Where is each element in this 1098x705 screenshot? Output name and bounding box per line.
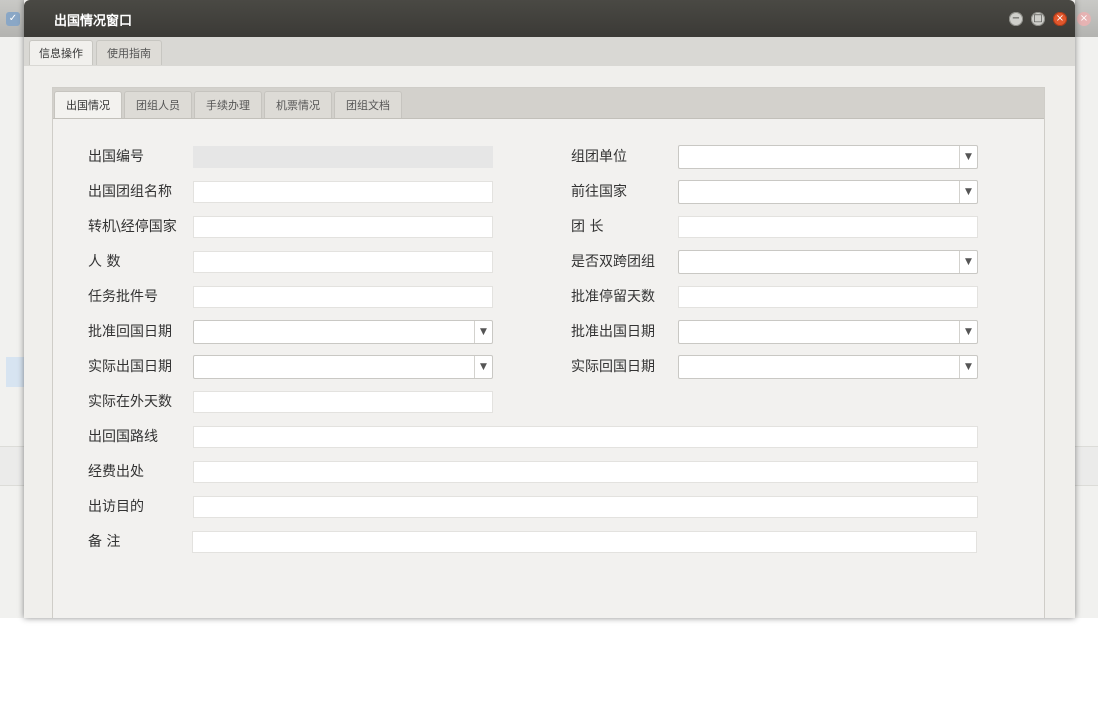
form-panel: 出国情况 团组人员 手续办理 机票情况 团组文档 出国编号 组团单位 ▼ 出国团… [52,87,1045,618]
tab-user-guide[interactable]: 使用指南 [96,40,162,65]
group-name-field[interactable] [193,181,493,203]
background-right-panel [1074,37,1098,618]
label-remarks: 备 注 [88,534,121,550]
label-dual-cross: 是否双跨团组 [571,254,655,270]
app-icon: ✓ [6,12,20,26]
approved-return-date-picker[interactable]: ▼ [193,320,493,344]
funding-source-field[interactable] [193,461,978,483]
dest-country-select[interactable]: ▼ [678,180,978,204]
actual-days-abroad-field[interactable] [193,391,493,413]
content-area: 出国情况 团组人员 手续办理 机票情况 团组文档 出国编号 组团单位 ▼ 出国团… [24,66,1075,618]
label-headcount: 人 数 [88,254,121,270]
close-icon[interactable]: × [1053,12,1067,26]
route-field[interactable] [193,426,978,448]
dual-cross-select[interactable]: ▼ [678,250,978,274]
chevron-down-icon[interactable]: ▼ [959,251,977,273]
exit-no-field[interactable] [193,146,493,168]
chevron-down-icon[interactable]: ▼ [474,321,492,343]
label-approved-exit-date: 批准出国日期 [571,324,655,340]
label-actual-days-abroad: 实际在外天数 [88,394,172,410]
task-approval-field[interactable] [193,286,493,308]
label-funding-source: 经费出处 [88,464,144,480]
approved-exit-date-picker[interactable]: ▼ [678,320,978,344]
label-group-name: 出国团组名称 [88,184,172,200]
label-group-unit: 组团单位 [571,149,627,165]
label-task-approval: 任务批件号 [88,289,158,305]
minimize-icon[interactable]: − [1009,12,1023,26]
tab-air-tickets[interactable]: 机票情况 [264,91,332,118]
transit-country-field[interactable] [193,216,493,238]
label-actual-exit-date: 实际出国日期 [88,359,172,375]
tab-exit-info[interactable]: 出国情况 [54,91,122,118]
exit-info-window: 出国情况窗口 − □ × 信息操作 使用指南 出国情况 团组人员 手续办理 机票… [24,0,1075,618]
window-titlebar[interactable]: 出国情况窗口 − □ × [24,0,1075,37]
tab-info-operations[interactable]: 信息操作 [29,40,93,65]
actual-exit-date-picker[interactable]: ▼ [193,355,493,379]
chevron-down-icon[interactable]: ▼ [474,356,492,378]
label-approved-return-date: 批准回国日期 [88,324,172,340]
background-toolbar-right [1074,446,1098,486]
label-leader: 团 长 [571,219,604,235]
label-visit-purpose: 出访目的 [88,499,144,515]
sub-tab-bar: 出国情况 团组人员 手续办理 机票情况 团组文档 [53,88,1044,119]
headcount-field[interactable] [193,251,493,273]
background-left-panel [0,37,27,618]
visit-purpose-field[interactable] [193,496,978,518]
maximize-icon[interactable]: □ [1031,12,1045,26]
group-unit-select[interactable]: ▼ [678,145,978,169]
label-exit-no: 出国编号 [88,149,144,165]
label-actual-return-date: 实际回国日期 [571,359,655,375]
label-transit-country: 转机\经停国家 [88,219,177,235]
remarks-field[interactable] [192,531,977,553]
tab-procedures[interactable]: 手续办理 [194,91,262,118]
label-route: 出回国路线 [88,429,158,445]
label-approved-stay-days: 批准停留天数 [571,289,655,305]
tab-group-members[interactable]: 团组人员 [124,91,192,118]
background-selected-row [6,357,26,387]
top-tab-bar: 信息操作 使用指南 [24,37,1075,67]
window-title: 出国情况窗口 [54,14,133,29]
background-toolbar [0,446,26,486]
actual-return-date-picker[interactable]: ▼ [678,355,978,379]
chevron-down-icon[interactable]: ▼ [959,181,977,203]
chevron-down-icon[interactable]: ▼ [959,321,977,343]
chevron-down-icon[interactable]: ▼ [959,146,977,168]
label-dest-country: 前往国家 [571,184,627,200]
background-close-icon[interactable]: × [1077,12,1091,26]
tab-group-documents[interactable]: 团组文档 [334,91,402,118]
approved-stay-days-field[interactable] [678,286,978,308]
chevron-down-icon[interactable]: ▼ [959,356,977,378]
leader-field[interactable] [678,216,978,238]
